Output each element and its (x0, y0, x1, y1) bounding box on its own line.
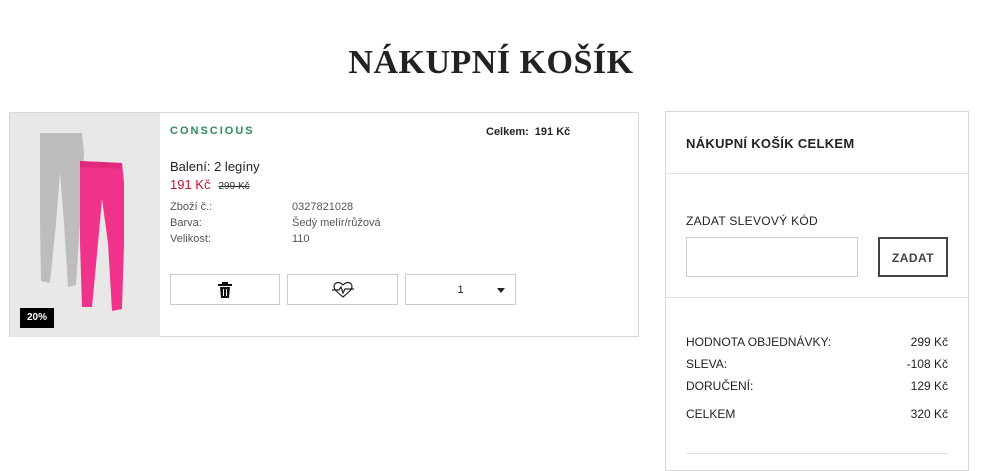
summary-row-value: 299 Kč (910, 335, 948, 349)
trash-icon (218, 281, 232, 298)
promo-label: ZADAT SLEVOVÝ KÓD (686, 214, 819, 228)
cart-item: 20% CONSCIOUS Celkem: 191 Kč Balení: 2 le… (9, 112, 639, 337)
leggings-illustration (40, 133, 124, 311)
summary-divider (666, 297, 968, 298)
quantity-value: 1 (457, 283, 464, 296)
favorite-button[interactable] (287, 274, 398, 305)
price-row: 191 Kč 299 Kč (170, 177, 250, 192)
promo-code-input[interactable] (686, 237, 858, 277)
product-name[interactable]: Balení: 2 legíny (170, 159, 260, 174)
summary-row-label: CELKEM (686, 407, 736, 421)
detail-value: 0327821028 (292, 201, 354, 213)
detail-row: Barva: Šedý melír/růžová (170, 215, 470, 231)
order-summary: NÁKUPNÍ KOŠÍK CELKEM ZADAT SLEVOVÝ KÓD Z… (665, 111, 969, 471)
detail-value: Šedý melír/růžová (292, 217, 381, 229)
detail-row: Zboží č.: 0327821028 (170, 199, 470, 215)
summary-row-label: SLEVA: (686, 357, 728, 371)
detail-row: Velikost: 110 (170, 231, 470, 247)
detail-value: 110 (292, 233, 310, 245)
page-title: NÁKUPNÍ KOŠÍK (348, 44, 634, 81)
heart-off-icon (331, 281, 354, 298)
summary-divider (666, 173, 968, 174)
summary-row-value: 129 Kč (910, 379, 948, 393)
caret-down-icon (497, 288, 505, 293)
product-image[interactable]: 20% (10, 113, 160, 337)
price-old: 299 Kč (218, 181, 250, 192)
quantity-select[interactable]: 1 (405, 274, 516, 305)
item-total: Celkem: 191 Kč (486, 126, 570, 138)
apply-promo-button[interactable]: ZADAT (878, 237, 948, 277)
discount-badge: 20% (20, 308, 54, 328)
summary-bottom-divider (686, 453, 948, 454)
conscious-tag: CONSCIOUS (170, 125, 255, 137)
summary-title: NÁKUPNÍ KOŠÍK CELKEM (686, 136, 855, 151)
price-current: 191 Kč (170, 177, 211, 192)
delete-button[interactable] (170, 274, 280, 305)
summary-row-value: -108 Kč (906, 357, 948, 371)
summary-row-label: DORUČENÍ: (686, 379, 754, 393)
detail-label: Barva: (170, 217, 202, 229)
detail-label: Zboží č.: (170, 201, 213, 213)
product-details: Zboží č.: 0327821028 Barva: Šedý melír/r… (170, 199, 470, 247)
detail-label: Velikost: (170, 233, 211, 245)
item-total-value: 191 Kč (534, 126, 571, 138)
item-total-label: Celkem: (486, 126, 529, 138)
summary-row-value: 320 Kč (910, 407, 948, 421)
summary-row-label: HODNOTA OBJEDNÁVKY: (686, 335, 832, 349)
